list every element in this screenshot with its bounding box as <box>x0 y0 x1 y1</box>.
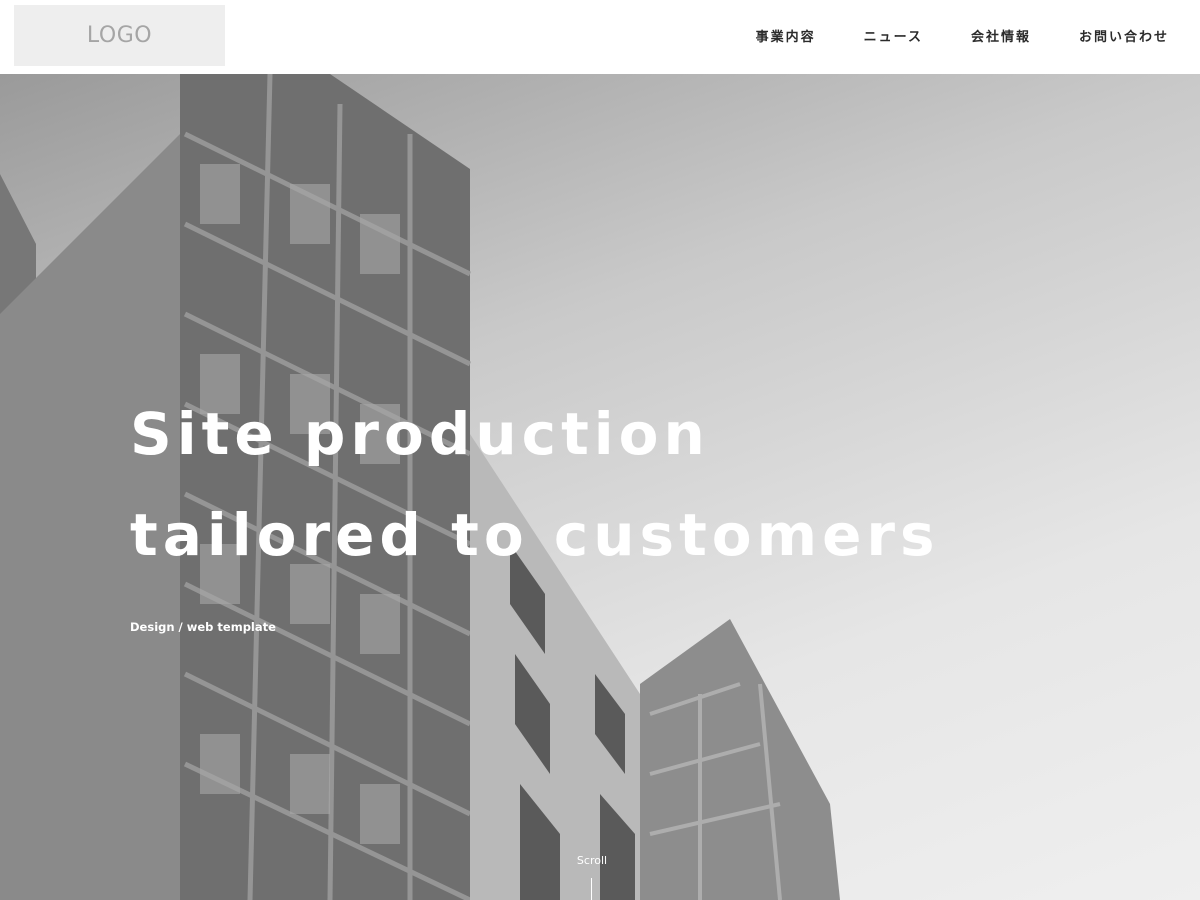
hero-headline-line-2: tailored to customers <box>130 501 940 569</box>
site-header: LOGO 事業内容 ニュース 会社情報 お問い合わせ <box>0 0 1200 74</box>
nav-item-company[interactable]: 会社情報 <box>971 26 1031 45</box>
logo[interactable]: LOGO <box>14 5 225 66</box>
main-nav: 事業内容 ニュース 会社情報 お問い合わせ <box>756 0 1169 70</box>
nav-item-news[interactable]: ニュース <box>864 26 923 45</box>
hero-subline: Design / web template <box>130 620 276 634</box>
hero-section: Site production tailored to customers De… <box>0 74 1200 900</box>
nav-item-business[interactable]: 事業内容 <box>756 26 816 45</box>
hero-headline-line-1: Site production <box>130 400 710 468</box>
scroll-indicator-line <box>591 878 592 900</box>
hero-headline: Site production tailored to customers <box>130 384 940 586</box>
scroll-indicator-label[interactable]: Scroll <box>577 854 607 867</box>
nav-item-contact[interactable]: お問い合わせ <box>1079 26 1169 45</box>
